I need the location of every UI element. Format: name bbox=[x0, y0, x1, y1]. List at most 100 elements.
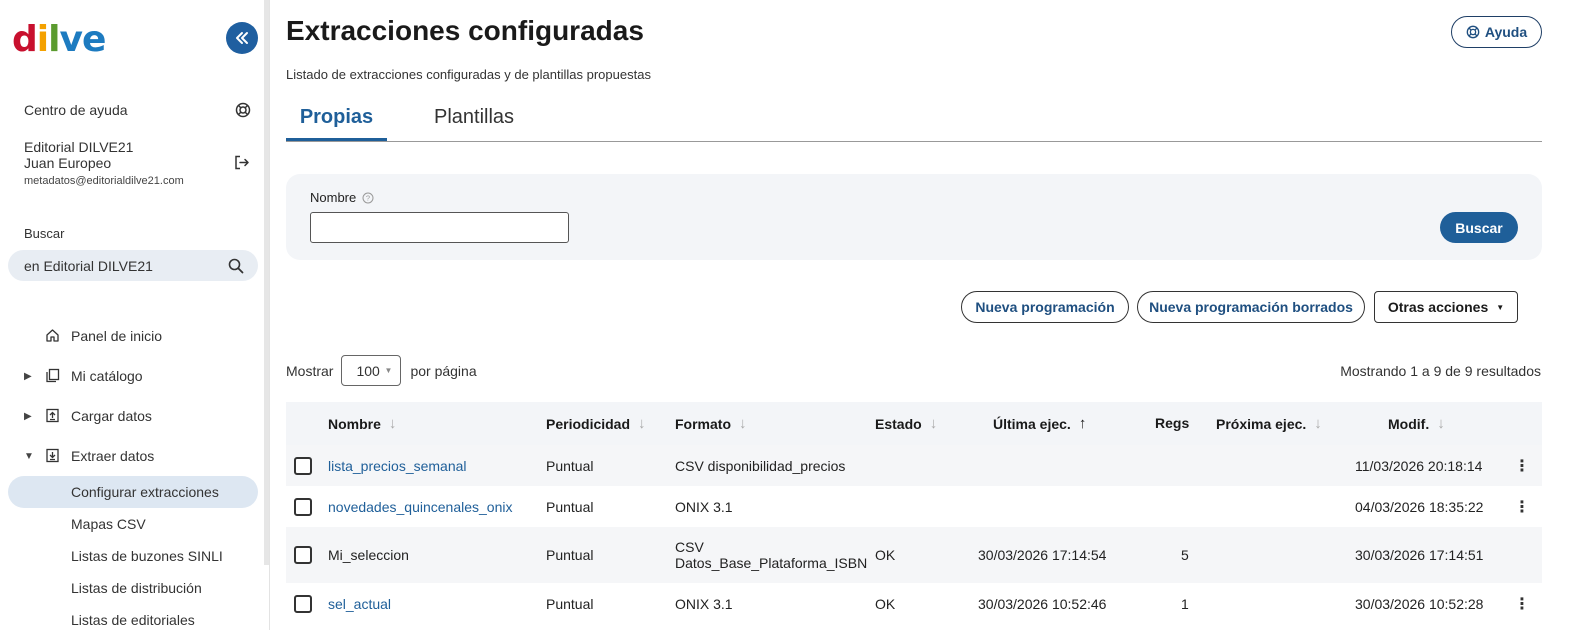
help-button[interactable]: Ayuda bbox=[1451, 16, 1542, 48]
column-header-last-run[interactable]: Última ejec. ↑ bbox=[993, 415, 1086, 432]
download-icon bbox=[46, 448, 59, 463]
tab-own[interactable]: Propias bbox=[286, 106, 387, 141]
svg-text:?: ? bbox=[366, 193, 370, 202]
logout-icon[interactable] bbox=[233, 154, 250, 171]
help-circle-icon[interactable]: ? bbox=[362, 192, 374, 204]
row-format: CSV Datos_Base_Plataforma_ISBN bbox=[675, 539, 867, 571]
user-name: Juan Europeo bbox=[24, 155, 112, 171]
row-name-link[interactable]: lista_precios_semanal bbox=[328, 458, 467, 474]
nav-item-upload[interactable]: ▶ Cargar datos bbox=[8, 396, 258, 436]
table-header: Nombre ↓ Periodicidad ↓ Formato ↓ Estado… bbox=[286, 402, 1542, 445]
sort-arrow-icon[interactable]: ↓ bbox=[389, 415, 397, 432]
main-content: Extracciones configuradas Listado de ext… bbox=[270, 0, 1579, 630]
sort-arrow-icon[interactable]: ↓ bbox=[930, 415, 938, 432]
double-chevron-left-icon bbox=[236, 32, 248, 44]
row-name: Mi_seleccion bbox=[328, 547, 409, 563]
other-actions-dropdown[interactable]: Otras acciones ▼ bbox=[1374, 291, 1518, 323]
row-periodicity: Puntual bbox=[546, 595, 594, 612]
user-org: Editorial DILVE21 bbox=[24, 139, 134, 155]
results-count: Mostrando 1 a 9 de 9 resultados bbox=[1340, 363, 1541, 379]
per-page-select[interactable]: 100 ▼ bbox=[341, 355, 402, 386]
table-row[interactable]: lista_precios_semanal Puntual CSV dispon… bbox=[286, 445, 1542, 486]
sort-arrow-icon[interactable]: ↓ bbox=[1437, 415, 1445, 432]
column-header-label: Nombre bbox=[328, 415, 381, 432]
column-header-label: Regs bbox=[1155, 415, 1190, 431]
help-center-link[interactable]: Centro de ayuda bbox=[24, 102, 251, 118]
caret-right-icon[interactable]: ▶ bbox=[24, 411, 32, 422]
new-schedule-deleted-button[interactable]: Nueva programación borrados bbox=[1137, 291, 1365, 323]
row-periodicity: Puntual bbox=[546, 498, 594, 515]
caret-down-icon: ▼ bbox=[384, 366, 393, 375]
caret-down-icon[interactable]: ▼ bbox=[24, 451, 34, 462]
nav-item-label: Cargar datos bbox=[71, 408, 152, 424]
column-header-regs[interactable]: Regs bbox=[1155, 415, 1189, 431]
row-menu-icon[interactable]: ⋮ bbox=[1514, 497, 1530, 517]
sub-item-sinli-lists[interactable]: Listas de buzones SINLI bbox=[8, 540, 258, 572]
sub-item-csv-maps[interactable]: Mapas CSV bbox=[8, 508, 258, 540]
name-filter-input[interactable] bbox=[310, 212, 569, 243]
caret-right-icon[interactable]: ▶ bbox=[24, 371, 32, 382]
sub-item-configure-extractions[interactable]: Configurar extracciones bbox=[8, 476, 258, 508]
sort-arrow-icon[interactable]: ↓ bbox=[739, 415, 747, 432]
name-filter-label: Nombre ? bbox=[310, 190, 374, 205]
row-checkbox[interactable] bbox=[294, 594, 312, 613]
row-regs: 1 bbox=[1181, 595, 1189, 612]
row-last-run: 30/03/2026 10:52:46 bbox=[978, 595, 1107, 612]
row-modified: 30/03/2026 10:52:28 bbox=[1355, 595, 1484, 612]
sort-arrow-icon[interactable]: ↓ bbox=[1314, 415, 1322, 432]
help-center-label: Centro de ayuda bbox=[24, 102, 128, 118]
row-format-line: Datos_Base_Plataforma_ISBN bbox=[675, 555, 868, 571]
column-header-name[interactable]: Nombre ↓ bbox=[328, 415, 396, 432]
column-header-next-run[interactable]: Próxima ejec. ↓ bbox=[1216, 415, 1322, 432]
app-window: dilve Centro de ayuda Editorial DILVE21 … bbox=[0, 0, 1579, 630]
column-header-modified[interactable]: Modif. ↓ bbox=[1388, 415, 1445, 432]
search-input-value: en Editorial DILVE21 bbox=[24, 257, 153, 274]
column-header-label: Última ejec. bbox=[993, 415, 1071, 432]
table-row[interactable]: Mi_seleccion Puntual CSV Datos_Base_Plat… bbox=[286, 527, 1542, 583]
row-name-link[interactable]: sel_actual bbox=[328, 596, 391, 612]
sub-item-publisher-lists[interactable]: Listas de editoriales bbox=[8, 604, 258, 630]
nav-item-home[interactable]: Panel de inicio bbox=[8, 316, 258, 356]
row-checkbox[interactable] bbox=[294, 456, 312, 475]
row-modified: 11/03/2026 20:18:14 bbox=[1355, 457, 1483, 474]
page-title: Extracciones configuradas bbox=[286, 15, 644, 46]
help-button-label: Ayuda bbox=[1484, 24, 1528, 40]
lifebuoy-icon bbox=[1466, 25, 1480, 39]
collapse-sidebar-button[interactable] bbox=[226, 22, 258, 54]
search-input[interactable]: en Editorial DILVE21 bbox=[8, 250, 258, 281]
per-page-label: por página bbox=[410, 362, 477, 379]
row-menu-icon[interactable]: ⋮ bbox=[1514, 456, 1530, 476]
column-header-status[interactable]: Estado ↓ bbox=[875, 415, 937, 432]
column-header-label: Periodicidad bbox=[546, 415, 631, 432]
search-button[interactable]: Buscar bbox=[1440, 212, 1518, 243]
column-header-label: Estado bbox=[875, 415, 922, 432]
row-format-line: CSV bbox=[675, 539, 704, 555]
nav-item-label: Mi catálogo bbox=[71, 368, 143, 384]
main-nav: Panel de inicio ▶ Mi catálogo ▶ Cargar d… bbox=[8, 316, 258, 630]
nav-item-label: Extraer datos bbox=[71, 448, 155, 464]
name-filter-label-text: Nombre bbox=[310, 190, 357, 205]
tab-templates[interactable]: Plantillas bbox=[434, 106, 514, 141]
sub-item-distribution-lists[interactable]: Listas de distribución bbox=[8, 572, 258, 604]
sidebar-scrollbar[interactable] bbox=[264, 0, 269, 565]
nav-item-extract[interactable]: ▼ Extraer datos bbox=[8, 436, 258, 476]
show-label: Mostrar bbox=[286, 362, 334, 379]
sort-arrow-up-icon[interactable]: ↑ bbox=[1079, 415, 1087, 432]
books-icon bbox=[46, 368, 60, 383]
search-icon[interactable] bbox=[228, 258, 244, 274]
row-menu-icon[interactable]: ⋮ bbox=[1514, 594, 1530, 614]
column-header-periodicity[interactable]: Periodicidad ↓ bbox=[546, 415, 646, 432]
row-checkbox[interactable] bbox=[294, 497, 312, 516]
table-row[interactable]: novedades_quincenales_onix Puntual ONIX … bbox=[286, 486, 1542, 527]
row-checkbox[interactable] bbox=[294, 546, 312, 564]
dilve-logo[interactable]: dilve bbox=[12, 18, 106, 62]
extractions-table: Nombre ↓ Periodicidad ↓ Formato ↓ Estado… bbox=[286, 402, 1542, 624]
row-periodicity: Puntual bbox=[546, 547, 594, 563]
nav-item-catalog[interactable]: ▶ Mi catálogo bbox=[8, 356, 258, 396]
table-row[interactable]: sel_actual Puntual ONIX 3.1 OK 30/03/202… bbox=[286, 583, 1542, 624]
row-name-link[interactable]: novedades_quincenales_onix bbox=[328, 499, 512, 515]
sort-arrow-icon[interactable]: ↓ bbox=[638, 415, 646, 432]
new-schedule-button[interactable]: Nueva programación bbox=[961, 291, 1129, 323]
row-regs: 5 bbox=[1181, 547, 1189, 563]
column-header-format[interactable]: Formato ↓ bbox=[675, 415, 747, 432]
